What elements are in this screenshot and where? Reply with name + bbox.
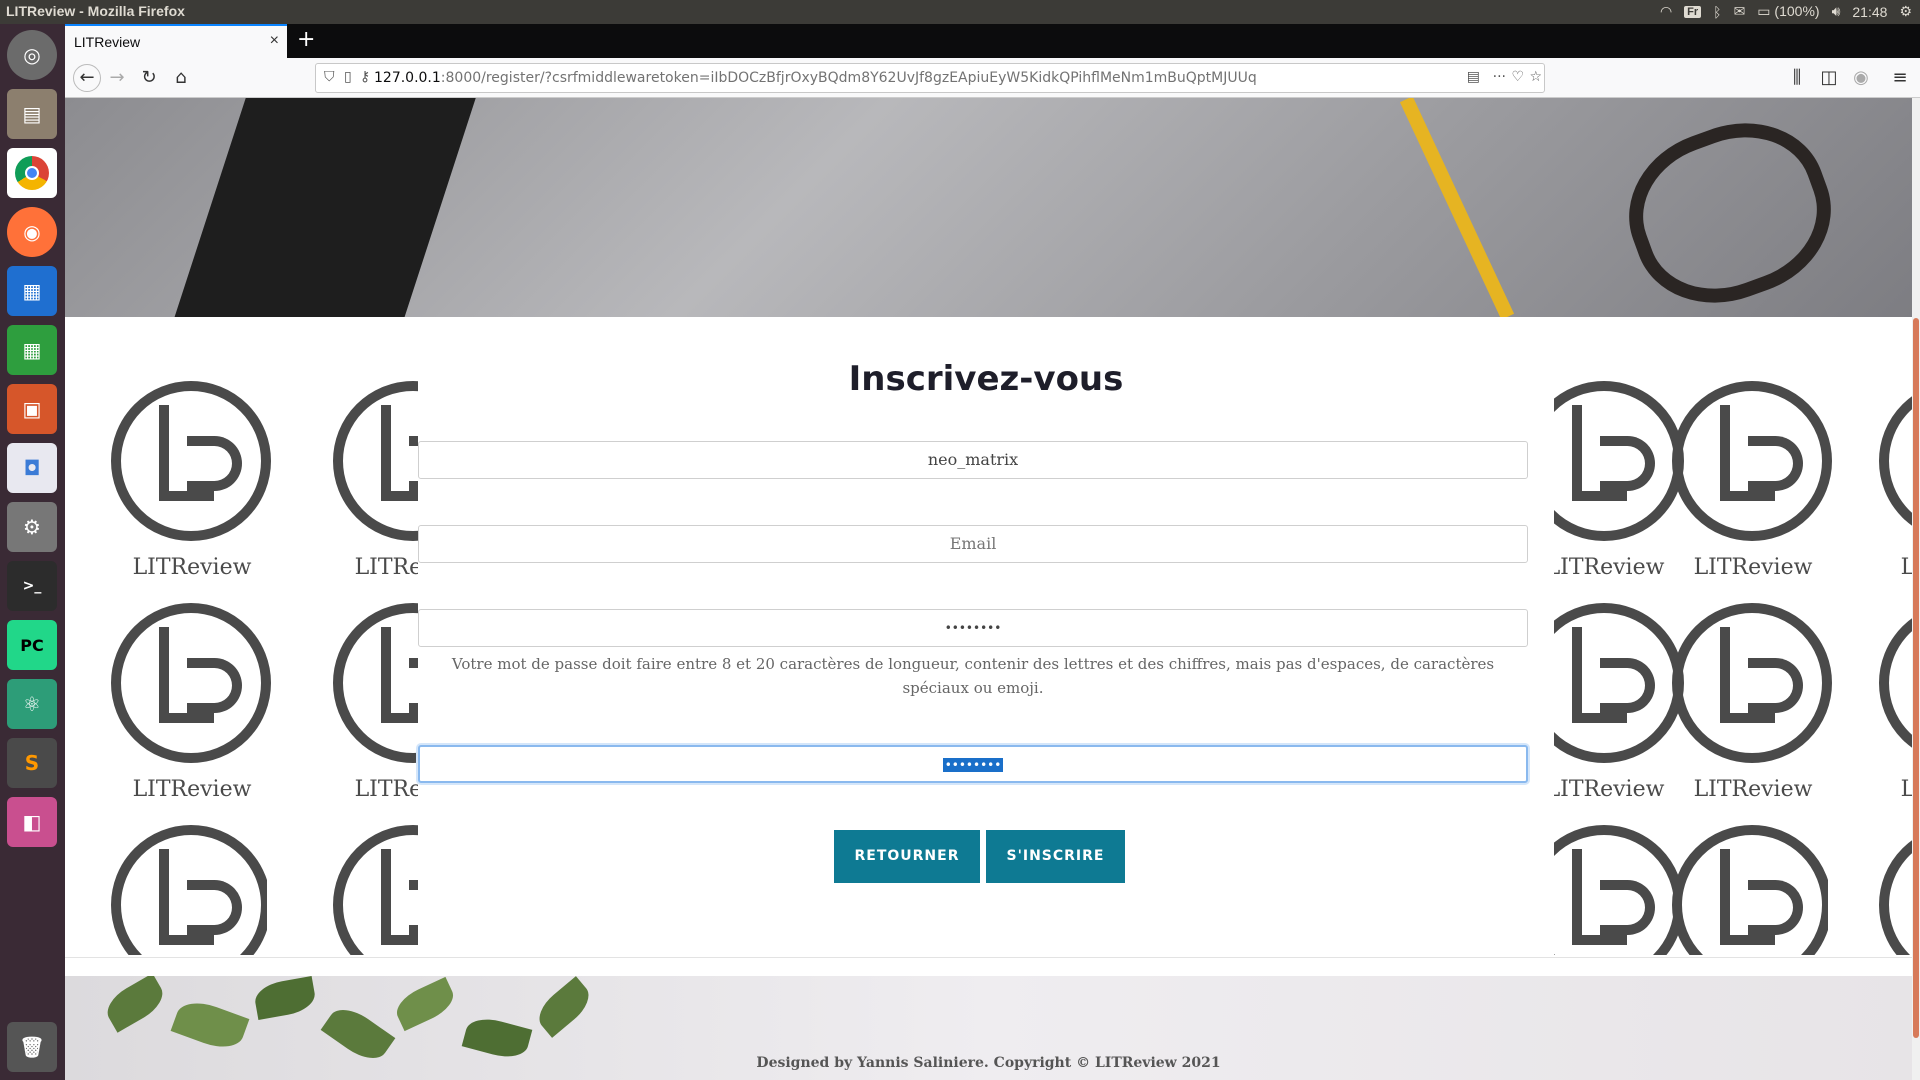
navigation-toolbar: ← → ↻ ⌂ ⛉ ▯ ⚷ 127.0.0.1:8000/register/?c… bbox=[65, 58, 1920, 98]
launcher-dock: ◎ ▤ ◉ ▦ ▦ ▣ ◘ ⚙ >_ PC ⚛ S ◧ 🗑︎ bbox=[0, 24, 65, 1080]
impress-icon[interactable]: ▣ bbox=[7, 384, 57, 434]
url-path: :8000/register/?csrfmiddlewaretoken=iIbD… bbox=[440, 70, 1257, 86]
battery-indicator[interactable]: ▭ (100%) bbox=[1757, 3, 1819, 20]
writer-icon[interactable]: ▦ bbox=[7, 266, 57, 316]
tab-litreview[interactable]: LITReview × bbox=[65, 24, 287, 58]
litreview-logo: LITReview bbox=[1658, 381, 1832, 591]
sublime-text-icon[interactable]: S bbox=[7, 738, 57, 788]
calc-icon[interactable]: ▦ bbox=[7, 325, 57, 375]
plant-decoration bbox=[252, 976, 318, 1020]
battery-label: (100%) bbox=[1774, 3, 1820, 19]
screen-recorder-icon[interactable]: ◧ bbox=[7, 797, 57, 847]
password-confirm-value: •••••••• bbox=[942, 758, 1004, 772]
address-bar[interactable]: ⛉ ▯ ⚷ 127.0.0.1:8000/register/?csrfmiddl… bbox=[315, 63, 1545, 93]
close-tab-icon[interactable]: × bbox=[270, 32, 279, 50]
register-button[interactable]: S'INSCRIRE bbox=[986, 830, 1125, 883]
glasses-decoration bbox=[1606, 98, 1854, 317]
page-title: Inscrivez-vous bbox=[848, 359, 1124, 399]
chrome-icon[interactable] bbox=[7, 148, 57, 198]
register-section: LITReview LITReview LITReview LITReview … bbox=[65, 317, 1920, 957]
key-icon[interactable]: ⚷ bbox=[360, 69, 370, 85]
section-divider bbox=[65, 957, 1912, 973]
password-help-text: Votre mot de passe doit faire entre 8 et… bbox=[451, 655, 1495, 697]
footer: Designed by Yannis Saliniere. Copyright … bbox=[65, 976, 1912, 1080]
ubuntu-dash-icon[interactable]: ◎ bbox=[7, 30, 57, 80]
litreview-logo: LITReview bbox=[97, 603, 271, 813]
bluetooth-icon[interactable]: ᛒ bbox=[1713, 4, 1721, 20]
new-tab-icon[interactable]: + bbox=[297, 27, 315, 52]
clock[interactable]: 21:48 bbox=[1852, 4, 1887, 20]
page-actions-icon[interactable]: ··· bbox=[1493, 69, 1506, 85]
tab-title: LITReview bbox=[74, 34, 141, 50]
plant-decoration bbox=[170, 995, 250, 1055]
system-settings-icon[interactable]: ⚙ bbox=[7, 502, 57, 552]
mail-icon[interactable]: ✉ bbox=[1734, 3, 1746, 20]
pycharm-icon[interactable]: PC bbox=[7, 620, 57, 670]
plant-decoration bbox=[391, 976, 459, 1032]
pencil-decoration bbox=[1399, 98, 1515, 317]
username-field[interactable]: neo_matrix bbox=[418, 441, 1528, 479]
plant-decoration bbox=[531, 976, 597, 1038]
url-host: 127.0.0.1 bbox=[374, 70, 441, 86]
scrollbar-thumb[interactable] bbox=[1913, 318, 1919, 1038]
window-title: LITReview - Mozilla Firefox bbox=[6, 3, 185, 19]
password-confirm-field[interactable]: •••••••• bbox=[418, 745, 1528, 783]
terminal-icon[interactable]: >_ bbox=[7, 561, 57, 611]
library-icon[interactable]: ⫼ bbox=[1785, 66, 1809, 90]
wifi-icon[interactable]: ◠ bbox=[1660, 3, 1672, 20]
plant-decoration bbox=[100, 976, 170, 1033]
email-field[interactable]: Email bbox=[418, 525, 1528, 563]
back-button[interactable]: RETOURNER bbox=[834, 830, 980, 883]
logo-text: LITReview bbox=[132, 555, 252, 580]
forward-arrow-icon[interactable]: → bbox=[105, 66, 129, 90]
reader-view-icon[interactable]: ▤ bbox=[1467, 69, 1480, 85]
litreview-logo: LITReview bbox=[97, 381, 271, 591]
tab-bar: LITReview × + bbox=[65, 24, 1920, 58]
logo-text: LITReview bbox=[132, 777, 252, 802]
tracking-shield-icon[interactable]: ⛉ bbox=[324, 69, 335, 85]
password-field[interactable]: •••••••• bbox=[418, 609, 1528, 647]
litreview-logo: LITReview bbox=[1658, 603, 1832, 813]
footer-copyright: Designed by Yannis Saliniere. Copyright … bbox=[756, 1055, 1221, 1071]
menu-hamburger-icon[interactable]: ≡ bbox=[1888, 66, 1912, 90]
phone-decoration bbox=[167, 98, 483, 317]
atom-icon[interactable]: ⚛ bbox=[7, 679, 57, 729]
logo-text: LITReview bbox=[1693, 555, 1813, 580]
page-viewport: LITReview LITReview LITReview LITReview … bbox=[65, 98, 1920, 1080]
system-top-bar: LITReview - Mozilla Firefox ◠ Fr ᛒ ✉ ▭ (… bbox=[0, 0, 1920, 24]
page-info-icon[interactable]: ▯ bbox=[344, 69, 352, 85]
reload-icon[interactable]: ↻ bbox=[137, 66, 161, 90]
volume-icon[interactable]: 🔊︎ bbox=[1832, 3, 1841, 20]
firefox-icon[interactable]: ◉ bbox=[7, 207, 57, 257]
litreview-logo bbox=[1658, 825, 1828, 955]
register-form: Inscrivez-vous neo_matrix Email ••••••••… bbox=[418, 317, 1554, 957]
pocket-icon[interactable]: ♡ bbox=[1511, 69, 1524, 85]
home-icon[interactable]: ⌂ bbox=[169, 66, 193, 90]
hero-banner-image bbox=[65, 98, 1912, 317]
bookmark-star-icon[interactable]: ☆ bbox=[1529, 69, 1542, 85]
files-icon[interactable]: ▤ bbox=[7, 89, 57, 139]
back-arrow-icon[interactable]: ← bbox=[73, 64, 101, 92]
keyboard-layout-indicator[interactable]: Fr bbox=[1684, 5, 1702, 18]
logo-text: LITReview bbox=[1693, 777, 1813, 802]
account-icon[interactable]: ◉ bbox=[1849, 66, 1873, 90]
sidebar-icon[interactable]: ◫ bbox=[1817, 66, 1841, 90]
url-text[interactable]: 127.0.0.1:8000/register/?csrfmiddlewaret… bbox=[374, 70, 1257, 86]
litreview-logo bbox=[97, 825, 267, 955]
settings-gear-icon[interactable]: ⚙ bbox=[1899, 3, 1912, 20]
software-center-icon[interactable]: ◘ bbox=[7, 443, 57, 493]
trash-icon[interactable]: 🗑︎ bbox=[7, 1022, 57, 1072]
page-scrollbar[interactable] bbox=[1912, 98, 1920, 1080]
